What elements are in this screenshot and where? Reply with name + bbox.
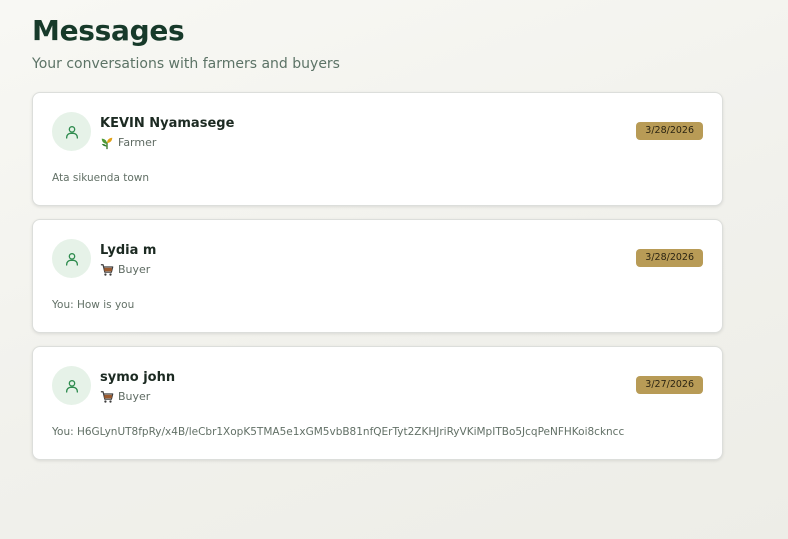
user-icon	[65, 379, 78, 393]
contact-name: Lydia m	[100, 243, 157, 258]
page-title: Messages	[32, 14, 185, 47]
role-label: Buyer	[118, 263, 151, 276]
date-badge: 3/28/2026	[636, 249, 703, 267]
cart-icon	[100, 263, 114, 277]
contact-role: Farmer	[100, 136, 156, 150]
messages-page: Messages Your conversations with farmers…	[32, 14, 723, 473]
cart-icon	[100, 390, 114, 404]
date-badge: 3/28/2026	[636, 122, 703, 140]
conversation-card[interactable]: symo john Buyer 3/27/2026 You: H6GLynUT8…	[32, 346, 723, 460]
avatar	[52, 112, 91, 151]
avatar	[52, 366, 91, 405]
user-icon	[65, 125, 78, 139]
role-label: Buyer	[118, 390, 151, 403]
date-badge: 3/27/2026	[636, 376, 703, 394]
conversation-list: KEVIN Nyamasege Farmer 3/28/2026 Ata sik…	[32, 92, 723, 460]
role-label: Farmer	[118, 136, 157, 149]
plant-icon	[100, 136, 114, 150]
contact-name: KEVIN Nyamasege	[100, 116, 235, 131]
conversation-card[interactable]: Lydia m Buyer 3/28/2026 You: How is you	[32, 219, 723, 333]
message-preview: You: How is you	[52, 299, 135, 311]
message-preview: Ata sikuenda town	[52, 172, 150, 184]
contact-name: symo john	[100, 370, 176, 385]
page-subtitle: Your conversations with farmers and buye…	[32, 56, 340, 72]
conversation-card[interactable]: KEVIN Nyamasege Farmer 3/28/2026 Ata sik…	[32, 92, 723, 206]
avatar	[52, 239, 91, 278]
user-icon	[65, 252, 78, 266]
contact-role: Buyer	[100, 263, 150, 277]
message-preview: You: H6GLynUT8fpRy/x4B/leCbr1XopK5TMA5e1…	[52, 426, 625, 438]
contact-role: Buyer	[100, 390, 150, 404]
